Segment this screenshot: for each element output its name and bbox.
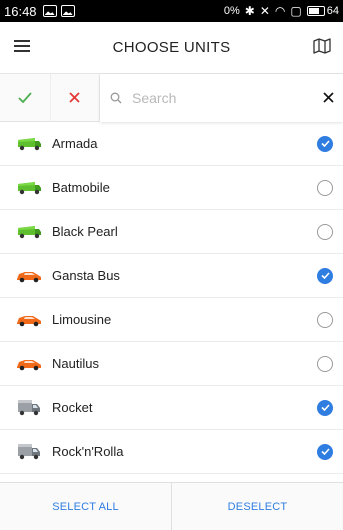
- confirm-button[interactable]: [0, 74, 50, 122]
- battery-icon: 64: [306, 5, 339, 17]
- app-bar: CHOOSE UNITS: [0, 22, 343, 74]
- status-time: 16:48: [4, 3, 37, 19]
- search-icon: [110, 92, 122, 103]
- green-truck-icon: [16, 177, 42, 199]
- unchecked-checkbox[interactable]: [317, 223, 333, 240]
- select-all-button[interactable]: SELECT ALL: [0, 483, 171, 530]
- unit-name: Armada: [52, 136, 98, 151]
- screen-icon: ▢: [290, 4, 302, 18]
- bottom-bar: SELECT ALL DESELECT: [0, 482, 343, 530]
- unit-row[interactable]: Batmobile: [0, 166, 343, 210]
- wifi-icon: ◠: [274, 4, 286, 18]
- cancel-button[interactable]: [49, 73, 100, 122]
- checked-checkbox[interactable]: [317, 267, 333, 284]
- unit-name: Gansta Bus: [52, 268, 120, 283]
- bluetooth-icon: ✱: [244, 4, 255, 18]
- unit-row[interactable]: Gansta Bus: [0, 254, 343, 298]
- unit-row[interactable]: Black Pearl: [0, 210, 343, 254]
- menu-icon[interactable]: [14, 40, 30, 52]
- unit-name: Limousine: [52, 312, 112, 327]
- unchecked-checkbox[interactable]: [317, 355, 333, 372]
- gray-truck-icon: [16, 474, 42, 482]
- unit-row[interactable]: Rock'n'Rolla: [0, 430, 343, 474]
- check-icon: [18, 92, 32, 103]
- green-truck-icon: [16, 133, 42, 155]
- page-title: CHOOSE UNITS: [112, 39, 231, 56]
- battery-level: 64: [326, 5, 339, 17]
- search-box: [100, 73, 343, 122]
- gray-truck-icon: [16, 441, 42, 463]
- search-input[interactable]: [132, 89, 313, 106]
- unit-list: Armada Batmobile Black Pearl Gansta Bus Limo…: [0, 122, 343, 482]
- image-notification-icon: [60, 5, 75, 17]
- orange-car-icon: [16, 353, 42, 375]
- mute-icon: ✕: [259, 4, 270, 18]
- unit-row[interactable]: Nautilus: [0, 342, 343, 386]
- unit-name: Black Pearl: [52, 224, 118, 239]
- unit-name: Rocket: [52, 400, 93, 415]
- gray-truck-icon: [16, 397, 42, 419]
- map-icon[interactable]: [313, 38, 331, 54]
- unit-row[interactable]: [Wait] Mux: AO 0395 3: [0, 474, 343, 482]
- unit-row[interactable]: Rocket: [0, 386, 343, 430]
- unchecked-checkbox[interactable]: [317, 179, 333, 196]
- clear-search-button[interactable]: [313, 74, 343, 122]
- unit-name: Batmobile: [52, 180, 110, 195]
- checked-checkbox[interactable]: [317, 399, 333, 416]
- unit-name: Rock'n'Rolla: [52, 444, 124, 459]
- orange-car-icon: [16, 265, 42, 287]
- network-speed: 0%: [223, 5, 240, 17]
- green-truck-icon: [16, 221, 42, 243]
- checked-checkbox[interactable]: [317, 135, 333, 152]
- orange-car-icon: [16, 309, 42, 331]
- close-icon: [69, 92, 81, 103]
- status-icons: 0% ✱ ✕ ◠ ▢ 64: [224, 4, 339, 18]
- status-bar: 16:48 0% ✱ ✕ ◠ ▢ 64: [0, 0, 343, 22]
- unchecked-checkbox[interactable]: [317, 311, 333, 328]
- deselect-button[interactable]: DESELECT: [171, 483, 343, 530]
- close-icon: [322, 92, 334, 103]
- unit-row[interactable]: Armada: [0, 122, 343, 166]
- unit-row[interactable]: Limousine: [0, 298, 343, 342]
- checked-checkbox[interactable]: [317, 443, 333, 460]
- action-bar: [0, 73, 343, 122]
- unit-name: Nautilus: [52, 356, 99, 371]
- gallery-notification-icon: [42, 5, 57, 17]
